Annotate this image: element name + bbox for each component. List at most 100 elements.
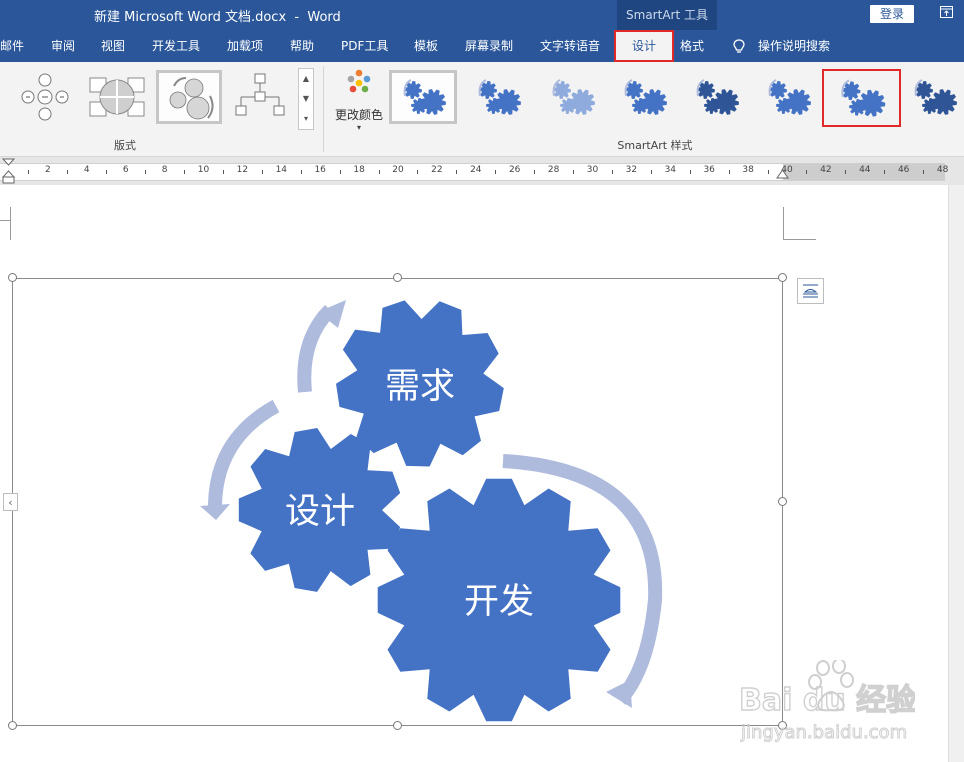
tab-design[interactable]: 设计 (614, 30, 674, 62)
ruler-tick (300, 170, 302, 174)
indent-marker-icon[interactable] (2, 157, 16, 185)
right-indent-marker-icon[interactable] (776, 169, 789, 179)
ruler-tick (184, 170, 186, 174)
ruler-number: 8 (161, 165, 168, 175)
layout-options-button[interactable] (797, 278, 824, 304)
resize-handle-top[interactable] (393, 273, 402, 282)
horizontal-ruler[interactable]: 2 4 6 8 10 12 14 16 18 20 22 24 26 28 30 32 34 36 38 40 42 44… (0, 157, 964, 185)
group-divider (323, 66, 324, 152)
document-title: 新建 Microsoft Word 文档.docx - Word (94, 10, 341, 25)
ruler-number: 14 (275, 165, 288, 175)
ruler-number: 6 (122, 165, 129, 175)
ruler-tick (767, 170, 769, 174)
tell-me-search[interactable]: 操作说明搜索 (758, 31, 830, 61)
layout-thumb-hierarchy[interactable] (228, 70, 294, 124)
ruler-tick (222, 170, 224, 174)
tab-addins[interactable]: 加载项 (227, 31, 263, 61)
style-thumb-8[interactable] (900, 70, 960, 124)
resize-handle-bottom-left[interactable] (8, 721, 17, 730)
ruler-tick (534, 170, 536, 174)
gear-style-icon (624, 79, 667, 115)
crop-mark (783, 207, 784, 240)
tab-mailings[interactable]: 邮件 (0, 31, 24, 61)
ruler-tick (67, 170, 69, 174)
ruler-number: 10 (197, 165, 210, 175)
ruler-tick (339, 170, 341, 174)
smartart-tools-label: SmartArt 工具 (617, 0, 717, 30)
ruler-tick (806, 170, 808, 174)
ruler-tick (28, 170, 30, 174)
tab-view[interactable]: 视图 (101, 31, 125, 61)
tab-templates[interactable]: 模板 (414, 31, 438, 61)
scroll-up-icon[interactable]: ▲ (299, 69, 313, 89)
baidu-paw-logo: Bai du 经验 jingyan.baidu.com (738, 658, 917, 744)
ruler-tick (573, 170, 575, 174)
gear-style-icon (914, 79, 957, 115)
layout-options-icon (803, 284, 818, 298)
ruler-number: 36 (703, 165, 715, 175)
ruler-number: 2 (45, 165, 51, 175)
ruler-number: 4 (83, 165, 90, 175)
ruler-number: 30 (586, 165, 599, 175)
tab-help[interactable]: 帮助 (290, 31, 314, 61)
style-thumb-6[interactable] (754, 70, 822, 124)
ruler-number: 20 (392, 165, 404, 175)
ruler-tick (923, 170, 925, 174)
ruler-strip: 2 4 6 8 10 12 14 16 18 20 22 24 26 28 30 32 34 36 38 40 42 44… (0, 163, 948, 181)
tab-pdf-tools[interactable]: PDF工具 (341, 31, 388, 61)
matrix-circle-icon (89, 77, 145, 117)
ruler-number: 42 (820, 165, 832, 175)
layouts-group-label: 版式 (114, 139, 136, 152)
ruler-tick (417, 170, 419, 174)
tab-format[interactable]: 格式 (680, 31, 704, 61)
style-thumb-3[interactable] (538, 70, 606, 124)
gear-layout-icon (169, 77, 214, 120)
ruler-tick (456, 170, 458, 174)
ruler-number: 28 (547, 165, 560, 175)
ruler-tick (689, 170, 691, 174)
gear-style-icon (403, 79, 446, 115)
resize-handle-right[interactable] (778, 497, 787, 506)
ruler-tick (378, 170, 380, 174)
layout-gallery-scroll[interactable]: ▲ ▼ ▾ (298, 68, 314, 130)
ruler-tick (261, 170, 263, 174)
style-thumb-1[interactable] (389, 70, 457, 124)
layout-thumb-radial-cycle[interactable] (12, 70, 78, 124)
resize-handle-top-left[interactable] (8, 273, 17, 282)
ruler-tick (650, 170, 652, 174)
resize-handle-top-right[interactable] (778, 273, 787, 282)
tab-text-to-speech[interactable]: 文字转语音 (540, 31, 600, 61)
style-thumb-2[interactable] (464, 70, 532, 124)
ruler-number: 48 (936, 165, 949, 175)
vertical-scrollbar[interactable] (948, 185, 964, 762)
ruler-number: 44 (859, 165, 871, 175)
chevron-down-icon: ▾ (356, 123, 361, 132)
resize-handle-bottom[interactable] (393, 721, 402, 730)
tab-screen-recording[interactable]: 屏幕录制 (465, 31, 513, 61)
radial-cycle-icon (21, 73, 69, 121)
scroll-down-icon[interactable]: ▼ (299, 89, 313, 109)
gallery-more-icon[interactable]: ▾ (299, 109, 313, 129)
style-thumb-4[interactable] (610, 70, 678, 124)
ruler-number: 38 (742, 165, 754, 175)
ruler-number: 34 (664, 165, 677, 175)
layout-thumb-gear[interactable] (156, 70, 222, 124)
ruler-tick (106, 170, 108, 174)
gear-style-icon (841, 79, 886, 117)
hierarchy-icon (235, 73, 285, 116)
text-pane-toggle-chevron-left-icon[interactable]: ‹ (3, 493, 18, 511)
ribbon-display-options-icon[interactable] (940, 6, 953, 18)
smartart-frame[interactable] (12, 278, 783, 726)
layout-thumb-matrix[interactable] (84, 70, 150, 124)
login-button[interactable]: 登录 (870, 5, 914, 23)
style-thumb-5[interactable] (682, 70, 750, 124)
ruler-number: 16 (314, 165, 326, 175)
change-colors-button[interactable]: 更改颜色 ▾ (332, 68, 386, 132)
ruler-tick (728, 170, 730, 174)
style-thumb-7-highlighted[interactable] (822, 69, 901, 127)
lightbulb-icon (733, 39, 745, 53)
ruler-tick (884, 170, 886, 174)
ruler-number: 22 (431, 165, 443, 175)
tab-review[interactable]: 审阅 (51, 31, 75, 61)
tab-developer[interactable]: 开发工具 (152, 31, 200, 61)
